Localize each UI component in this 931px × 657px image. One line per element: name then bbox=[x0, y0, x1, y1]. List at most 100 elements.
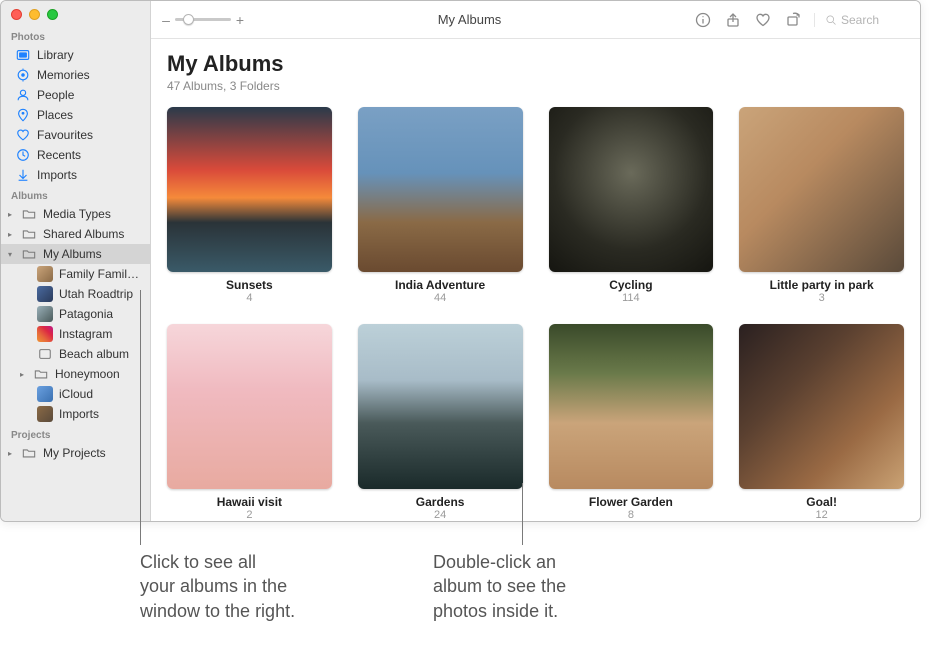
slider-thumb[interactable] bbox=[183, 14, 194, 25]
album-tile[interactable]: India Adventure44 bbox=[358, 107, 523, 304]
sidebar-item-library[interactable]: Library bbox=[1, 45, 150, 65]
folder-icon bbox=[21, 226, 37, 242]
disclosure-icon[interactable]: ▸ bbox=[5, 230, 15, 238]
album-tile[interactable]: Hawaii visit2 bbox=[167, 324, 332, 521]
sidebar-album-beach[interactable]: Beach album bbox=[1, 344, 150, 364]
disclosure-icon[interactable]: ▸ bbox=[5, 449, 15, 457]
sidebar-item-label: Recents bbox=[37, 148, 81, 162]
sidebar-item-my-projects[interactable]: ▸ My Projects bbox=[1, 443, 150, 463]
sidebar-album-utah[interactable]: Utah Roadtrip bbox=[1, 284, 150, 304]
sidebar-album-instagram[interactable]: Instagram bbox=[1, 324, 150, 344]
album-count: 44 bbox=[434, 292, 446, 304]
album-tile[interactable]: Flower Garden8 bbox=[549, 324, 714, 521]
zoom-out-icon[interactable]: – bbox=[161, 12, 171, 28]
album-title: Flower Garden bbox=[589, 495, 673, 509]
sidebar-album-imports[interactable]: Imports bbox=[1, 404, 150, 424]
album-tile[interactable]: Little party in park3 bbox=[739, 107, 904, 304]
disclosure-icon[interactable]: ▾ bbox=[5, 250, 15, 258]
share-button[interactable] bbox=[724, 11, 742, 29]
callout-line bbox=[522, 483, 523, 545]
sidebar-item-my-albums[interactable]: ▾ My Albums bbox=[1, 244, 150, 264]
album-thumb-icon bbox=[37, 286, 53, 302]
album-thumbnail[interactable] bbox=[167, 324, 332, 489]
sidebar-item-label: Utah Roadtrip bbox=[59, 287, 133, 301]
sidebar-album-icloud[interactable]: iCloud bbox=[1, 384, 150, 404]
minimize-button[interactable] bbox=[29, 9, 40, 20]
sidebar-item-label: Memories bbox=[37, 68, 90, 82]
page-subtitle: 47 Albums, 3 Folders bbox=[167, 79, 904, 93]
window-title: My Albums bbox=[255, 12, 684, 27]
sidebar-item-memories[interactable]: Memories bbox=[1, 65, 150, 85]
sidebar: Photos Library Memories People bbox=[1, 1, 151, 521]
album-title: Hawaii visit bbox=[217, 495, 282, 509]
sidebar-album-patagonia[interactable]: Patagonia bbox=[1, 304, 150, 324]
sidebar-item-favourites[interactable]: Favourites bbox=[1, 125, 150, 145]
close-button[interactable] bbox=[11, 9, 22, 20]
album-thumbnail[interactable] bbox=[358, 107, 523, 272]
album-title: Goal! bbox=[806, 495, 837, 509]
album-thumb-icon bbox=[37, 306, 53, 322]
album-thumbnail[interactable] bbox=[739, 324, 904, 489]
album-count: 12 bbox=[816, 509, 828, 521]
album-thumbnail[interactable] bbox=[358, 324, 523, 489]
disclosure-icon[interactable]: ▸ bbox=[17, 370, 27, 378]
album-title: Cycling bbox=[609, 278, 652, 292]
sidebar-item-recents[interactable]: Recents bbox=[1, 145, 150, 165]
album-title: Little party in park bbox=[770, 278, 874, 292]
sidebar-item-label: My Projects bbox=[43, 446, 106, 460]
album-count: 114 bbox=[622, 292, 640, 304]
album-tile[interactable]: Cycling114 bbox=[549, 107, 714, 304]
album-count: 3 bbox=[819, 292, 825, 304]
places-icon bbox=[15, 107, 31, 123]
sidebar-item-shared-albums[interactable]: ▸ Shared Albums bbox=[1, 224, 150, 244]
rotate-button[interactable] bbox=[784, 11, 802, 29]
album-thumbnail[interactable] bbox=[167, 107, 332, 272]
sidebar-item-imports[interactable]: Imports bbox=[1, 165, 150, 185]
search-placeholder: Search bbox=[841, 13, 879, 27]
favourite-button[interactable] bbox=[754, 11, 772, 29]
callout-line bbox=[140, 290, 141, 545]
memories-icon bbox=[15, 67, 31, 83]
album-count: 4 bbox=[246, 292, 252, 304]
info-button[interactable] bbox=[694, 11, 712, 29]
album-count: 24 bbox=[434, 509, 446, 521]
album-thumbnail[interactable] bbox=[739, 107, 904, 272]
album-thumbnail[interactable] bbox=[549, 324, 714, 489]
sidebar-item-media-types[interactable]: ▸ Media Types bbox=[1, 204, 150, 224]
sidebar-scroll[interactable]: Photos Library Memories People bbox=[1, 26, 150, 521]
content-scroll[interactable]: My Albums 47 Albums, 3 Folders Sunsets4I… bbox=[151, 39, 920, 521]
library-icon bbox=[15, 47, 31, 63]
sidebar-album-honeymoon[interactable]: ▸ Honeymoon bbox=[1, 364, 150, 384]
sidebar-item-label: Shared Albums bbox=[43, 227, 124, 241]
main-area: – + My Albums bbox=[151, 1, 920, 521]
album-title: India Adventure bbox=[395, 278, 485, 292]
sidebar-item-label: Imports bbox=[59, 407, 99, 421]
folder-icon bbox=[21, 246, 37, 262]
sidebar-item-label: Library bbox=[37, 48, 74, 62]
album-thumbnail[interactable] bbox=[549, 107, 714, 272]
heart-icon bbox=[15, 127, 31, 143]
sidebar-item-people[interactable]: People bbox=[1, 85, 150, 105]
album-title: Gardens bbox=[416, 495, 465, 509]
sidebar-item-label: My Albums bbox=[43, 247, 102, 261]
slider-track[interactable] bbox=[175, 18, 231, 21]
sidebar-item-label: Honeymoon bbox=[55, 367, 120, 381]
zoom-slider[interactable]: – + bbox=[161, 12, 245, 28]
callout-left: Click to see all your albums in the wind… bbox=[140, 550, 390, 623]
album-tile[interactable]: Gardens24 bbox=[358, 324, 523, 521]
album-thumb-icon bbox=[37, 326, 53, 342]
sidebar-item-label: People bbox=[37, 88, 74, 102]
album-grid: Sunsets4India Adventure44Cycling114Littl… bbox=[167, 107, 904, 521]
sidebar-item-label: Imports bbox=[37, 168, 77, 182]
album-tile[interactable]: Goal!12 bbox=[739, 324, 904, 521]
sidebar-section-projects: Projects bbox=[1, 424, 150, 443]
zoom-in-icon[interactable]: + bbox=[235, 12, 245, 28]
sidebar-album-family[interactable]: Family Family… bbox=[1, 264, 150, 284]
album-tile[interactable]: Sunsets4 bbox=[167, 107, 332, 304]
disclosure-icon[interactable]: ▸ bbox=[5, 210, 15, 218]
callout-right: Double-click an album to see the photos … bbox=[433, 550, 683, 623]
fullscreen-button[interactable] bbox=[47, 9, 58, 20]
sidebar-item-places[interactable]: Places bbox=[1, 105, 150, 125]
search-field[interactable]: Search bbox=[814, 13, 910, 27]
sidebar-item-label: Patagonia bbox=[59, 307, 113, 321]
